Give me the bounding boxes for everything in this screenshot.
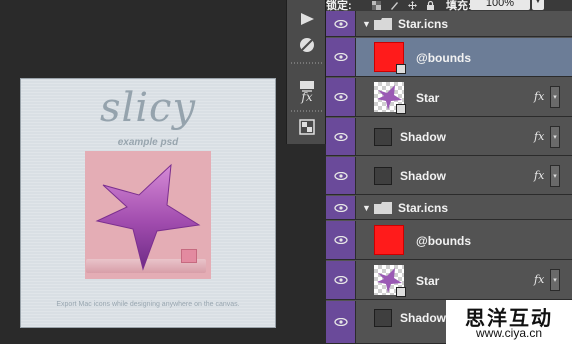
expand-chevron-icon[interactable]: ▼ — [362, 19, 371, 29]
eye-icon — [333, 203, 348, 212]
layer-name: Shadow — [400, 130, 447, 144]
visibility-toggle[interactable] — [326, 221, 356, 259]
lock-label: 锁定: — [326, 0, 352, 11]
visibility-toggle[interactable] — [326, 11, 356, 36]
folder-icon — [374, 202, 392, 214]
layer-effects-icon[interactable]: fx — [534, 130, 544, 143]
visibility-toggle[interactable] — [326, 157, 356, 194]
fill-label: 填充: — [446, 0, 472, 11]
lock-brush-icon[interactable] — [390, 1, 399, 10]
lock-transparent-icon[interactable] — [372, 1, 381, 10]
eye-icon — [333, 53, 348, 61]
tool-strip: fx — [286, 0, 326, 144]
visibility-toggle[interactable] — [326, 38, 356, 76]
play-action-button[interactable] — [295, 8, 319, 30]
fill-value-field[interactable]: 100% — [470, 0, 530, 10]
layers-panel: ▼ Star.icns @bounds Star fx ▾ Shadow fx … — [326, 11, 572, 344]
effects-expand-button[interactable]: ▾ — [550, 86, 560, 108]
layer-effects-icon[interactable]: fx — [534, 169, 544, 182]
layer-row[interactable]: @bounds — [326, 221, 572, 260]
tool-separator — [291, 110, 323, 112]
folder-icon — [374, 18, 392, 30]
visibility-toggle[interactable] — [326, 301, 356, 343]
watermark-url: www.ciya.cn — [475, 326, 543, 340]
eye-icon — [333, 318, 348, 326]
lock-move-icon[interactable] — [408, 1, 417, 10]
brush-circle-icon — [300, 38, 314, 52]
eye-icon — [333, 19, 348, 28]
canvas-subtitle: example psd — [117, 137, 179, 148]
layer-row[interactable]: Shadow fx ▾ — [326, 118, 572, 156]
visibility-toggle[interactable] — [326, 261, 356, 299]
visibility-toggle[interactable] — [326, 196, 356, 219]
smart-object-icon — [396, 104, 406, 114]
eye-icon — [333, 93, 348, 101]
expand-chevron-icon[interactable]: ▼ — [362, 203, 371, 213]
fx-button[interactable]: fx — [295, 86, 319, 108]
smart-object-icon — [396, 287, 406, 297]
tool-separator — [291, 62, 323, 64]
effects-expand-button[interactable]: ▾ — [550, 269, 560, 291]
layer-name: Star.icns — [398, 201, 449, 215]
canvas-caption: Export Mac icons while designing anywher… — [56, 301, 240, 308]
effects-expand-button[interactable]: ▾ — [550, 126, 560, 148]
watermark: 思洋互动 www.ciya.cn — [446, 300, 572, 344]
layer-name: @bounds — [416, 51, 472, 65]
layer-name: Star — [416, 91, 440, 105]
play-icon — [301, 13, 314, 25]
layer-row[interactable]: Star fx ▾ — [326, 78, 572, 117]
adjust-icon — [299, 119, 315, 135]
eye-icon — [333, 276, 348, 284]
layer-name: Star — [416, 274, 440, 288]
layer-row[interactable]: @bounds — [326, 38, 572, 77]
visibility-toggle[interactable] — [326, 118, 356, 155]
smart-object-icon — [396, 64, 406, 74]
fill-dropdown-button[interactable]: ▼ — [532, 0, 544, 10]
smart-object-thumbnail — [374, 128, 392, 146]
visibility-toggle[interactable] — [326, 78, 356, 116]
smart-object-thumbnail — [374, 167, 392, 185]
option-bar: 锁定: 填充: 100% ▼ — [320, 0, 572, 11]
lock-all-icon[interactable] — [426, 1, 435, 10]
slicy-logo: slicy — [99, 85, 197, 131]
effects-expand-button[interactable]: ▾ — [550, 165, 560, 187]
layer-row[interactable]: Star fx ▾ — [326, 261, 572, 300]
layer-group-row[interactable]: ▼ Star.icns — [326, 11, 572, 37]
layer-thumbnail — [374, 225, 404, 255]
layer-name: @bounds — [416, 234, 472, 248]
layer-name: Star.icns — [398, 17, 449, 31]
eye-icon — [333, 171, 348, 180]
layer-name: Shadow — [400, 311, 447, 325]
small-star-icon — [181, 249, 197, 263]
brush-preset-button[interactable] — [295, 34, 319, 56]
layer-row[interactable]: Shadow fx ▾ — [326, 157, 572, 195]
eye-icon — [333, 132, 348, 141]
layer-effects-icon[interactable]: fx — [534, 273, 544, 286]
adjustments-button[interactable] — [295, 116, 319, 138]
eye-icon — [333, 236, 348, 244]
layer-group-row[interactable]: ▼ Star.icns — [326, 196, 572, 220]
fx-icon: fx — [301, 90, 313, 104]
layer-effects-icon[interactable]: fx — [534, 90, 544, 103]
canvas-document[interactable]: slicy example psd Export Mac icons while… — [20, 78, 276, 328]
smart-object-thumbnail — [374, 309, 392, 327]
layer-name: Shadow — [400, 169, 447, 183]
